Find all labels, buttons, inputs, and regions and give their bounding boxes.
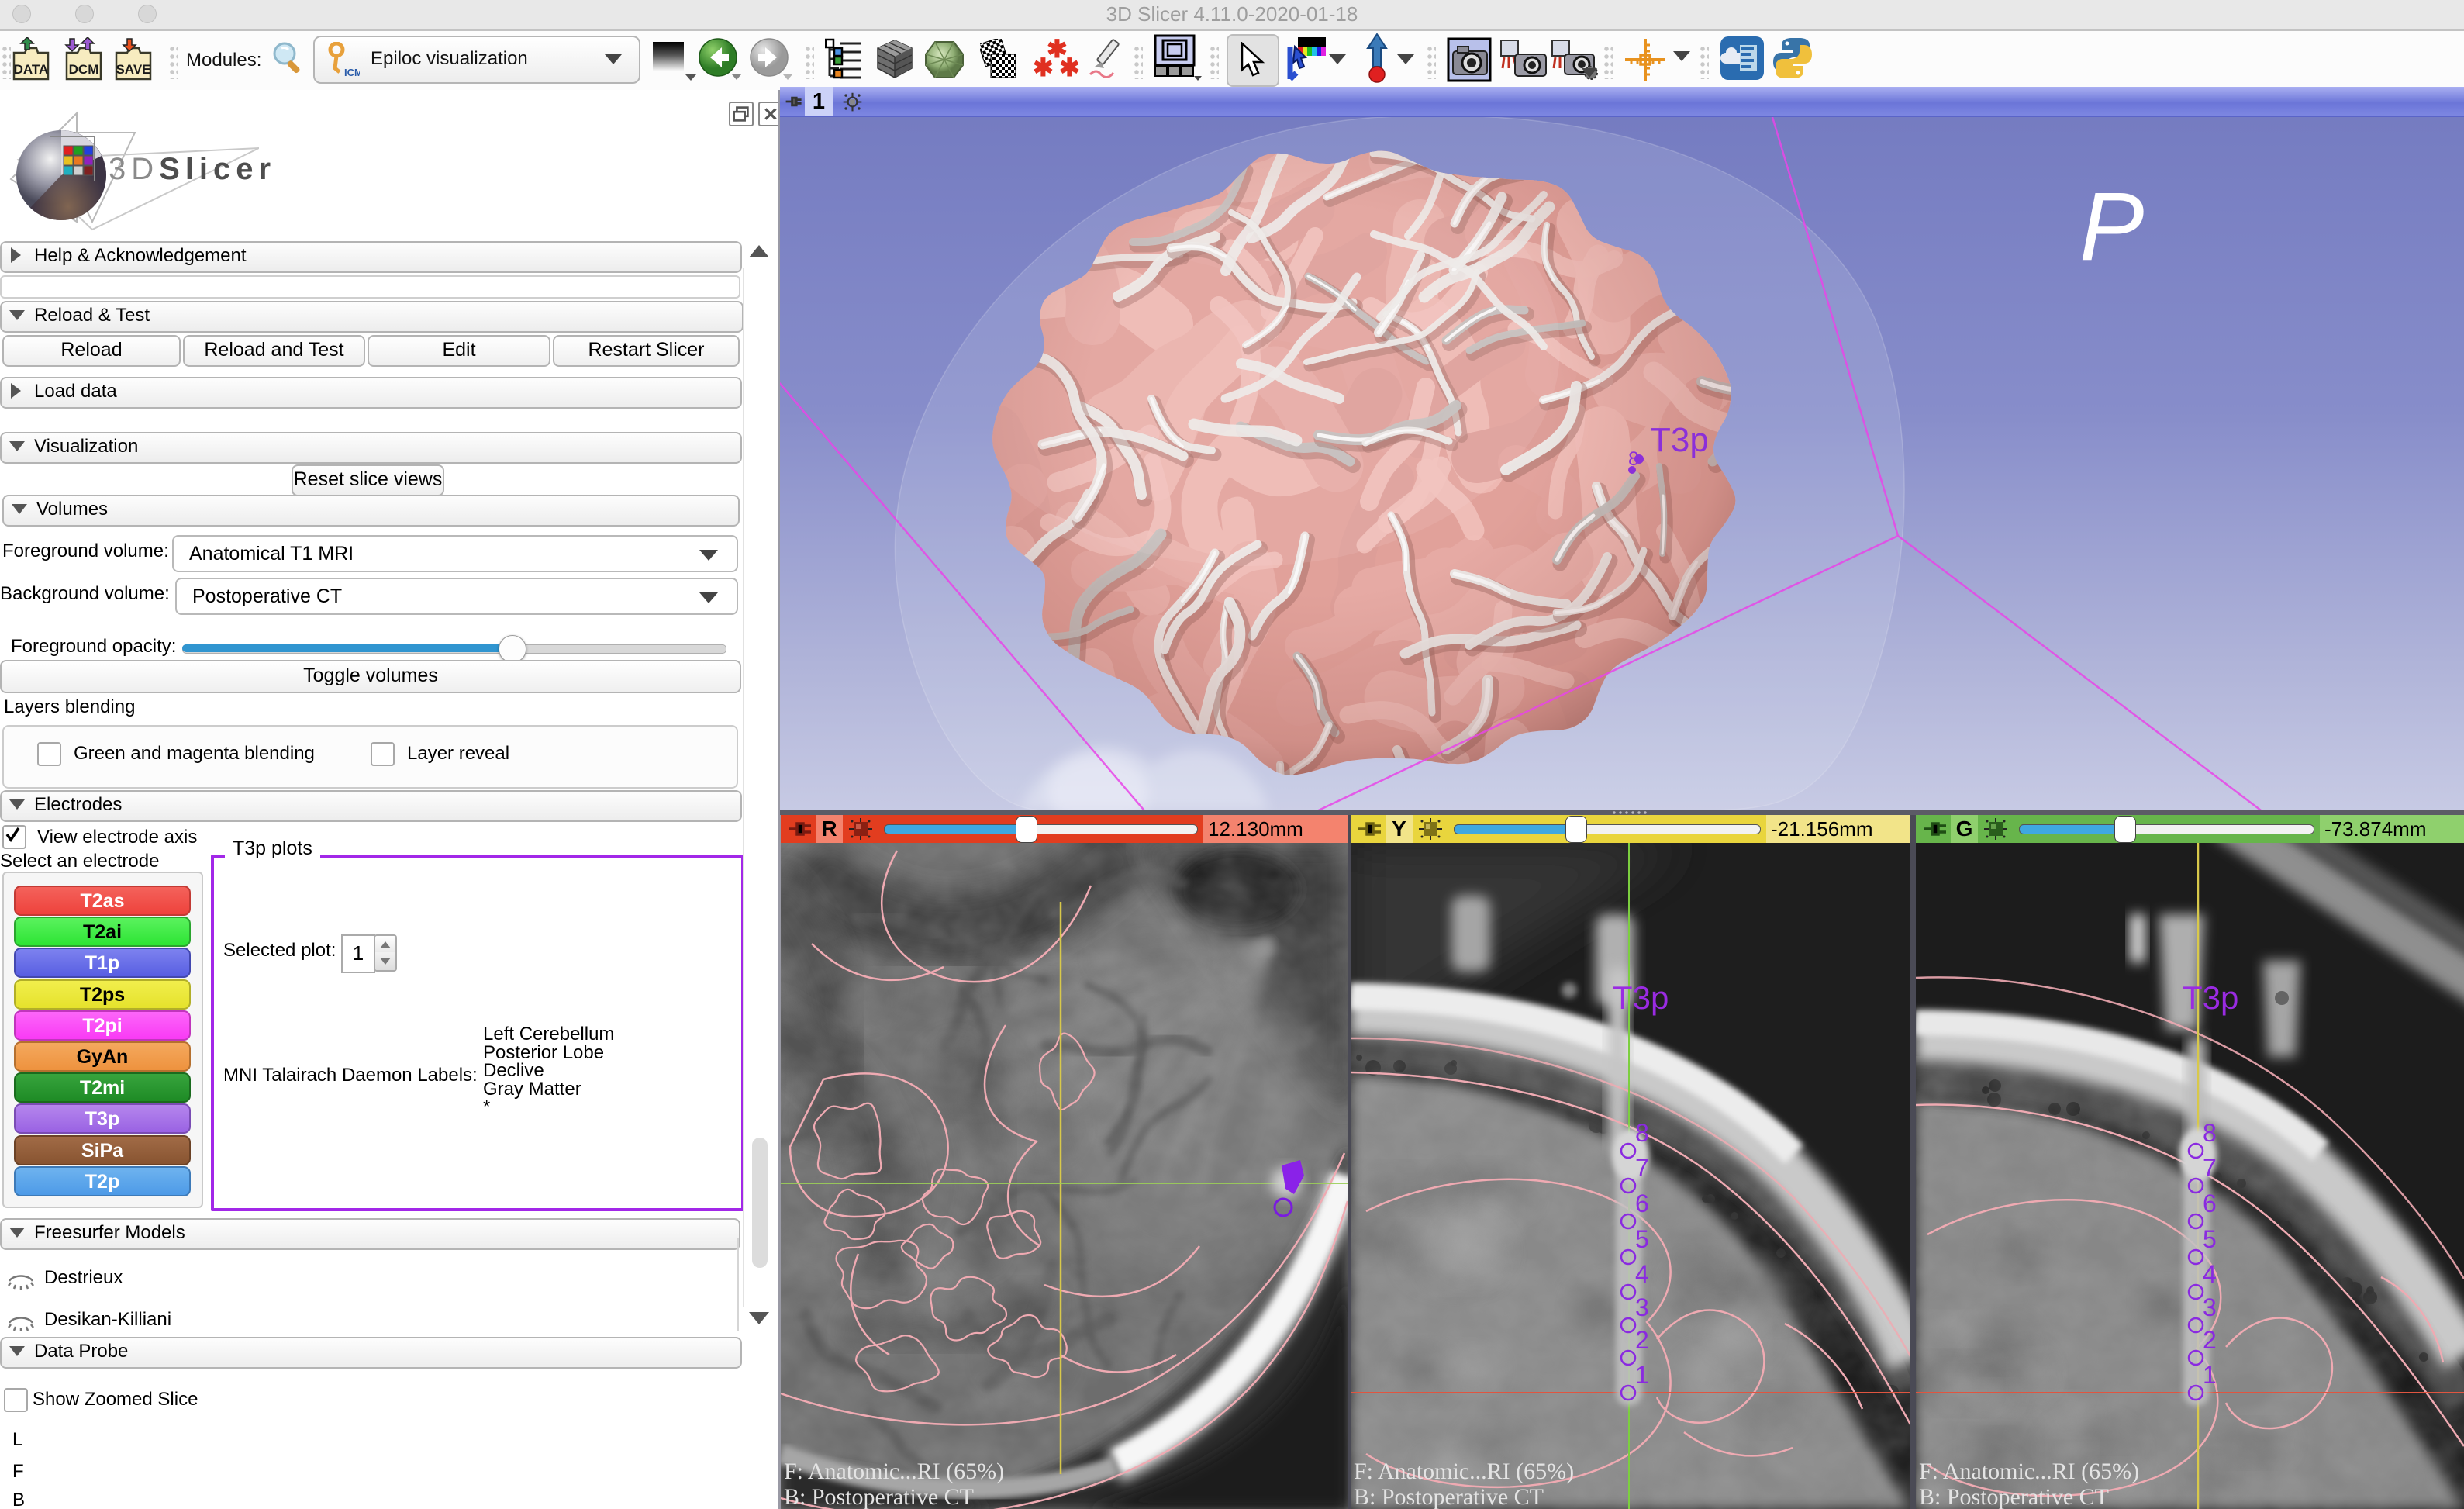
svg-text:T3p: T3p — [2183, 979, 2238, 1016]
svg-text:4: 4 — [2203, 1260, 2217, 1288]
svg-text:B: Postoperative CT: B: Postoperative CT — [1919, 1484, 2109, 1509]
svg-text:B: Postoperative CT: B: Postoperative CT — [784, 1484, 974, 1509]
svg-text:F: Anatomic...RI (65%): F: Anatomic...RI (65%) — [784, 1459, 1004, 1484]
svg-text:DATA: DATA — [14, 62, 49, 77]
svg-text:8: 8 — [1628, 448, 1639, 470]
svg-text:DCM: DCM — [69, 62, 99, 77]
svg-text:3: 3 — [2203, 1293, 2217, 1321]
svg-text:5: 5 — [1635, 1225, 1649, 1253]
svg-text:F: Anatomic...RI (65%): F: Anatomic...RI (65%) — [1919, 1459, 2139, 1484]
svg-text:6: 6 — [2203, 1190, 2217, 1217]
svg-text:2: 2 — [2203, 1326, 2217, 1354]
svg-text:8: 8 — [2203, 1119, 2217, 1147]
svg-text:7: 7 — [2203, 1154, 2217, 1182]
svg-text:7: 7 — [1635, 1154, 1649, 1182]
svg-text:1: 1 — [1635, 1361, 1649, 1389]
svg-text:T3p: T3p — [1650, 421, 1709, 459]
svg-text:3: 3 — [1635, 1293, 1649, 1321]
svg-text:B: Postoperative CT: B: Postoperative CT — [1354, 1484, 1544, 1509]
svg-text:T3p: T3p — [1613, 979, 1669, 1016]
svg-text:SAVE: SAVE — [116, 62, 150, 77]
svg-text:2: 2 — [1635, 1326, 1649, 1354]
svg-text:P: P — [2079, 173, 2144, 281]
svg-text:F: Anatomic...RI (65%): F: Anatomic...RI (65%) — [1354, 1459, 1574, 1484]
svg-text:ICM: ICM — [344, 67, 360, 78]
svg-text:6: 6 — [1635, 1190, 1649, 1217]
svg-text:1: 1 — [2203, 1361, 2217, 1389]
svg-text:8: 8 — [1635, 1119, 1649, 1147]
svg-text:5: 5 — [2203, 1225, 2217, 1253]
svg-text:4: 4 — [1635, 1260, 1649, 1288]
